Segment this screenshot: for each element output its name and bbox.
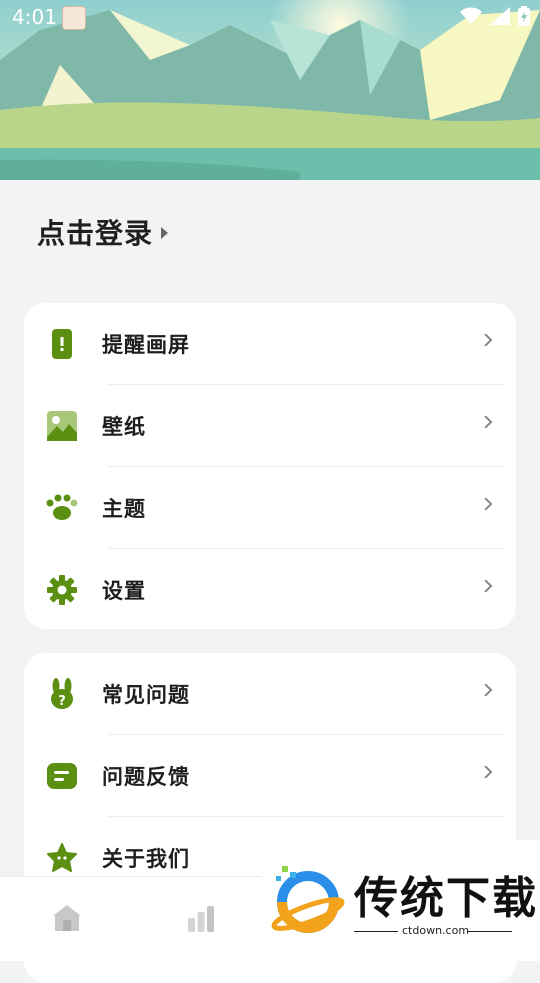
brand-logo-icon xyxy=(271,866,345,933)
watermark: 传统下载 ctdown.com xyxy=(262,840,540,960)
wifi-icon xyxy=(460,7,482,24)
chevron-right-icon xyxy=(484,766,493,778)
status-icons xyxy=(460,6,530,26)
status-time: 4:01 xyxy=(12,5,57,29)
menu-item-wallpaper[interactable]: 壁纸 xyxy=(24,385,516,467)
status-bar: 4:01 xyxy=(0,0,540,34)
paw-icon xyxy=(46,492,78,524)
chevron-right-icon xyxy=(484,580,493,592)
menu-item-label: 主题 xyxy=(102,497,146,521)
menu-item-reminder-screen[interactable]: 提醒画屏 xyxy=(24,303,516,385)
menu-item-label: 壁纸 xyxy=(102,415,146,439)
login-button[interactable]: 点击登录 xyxy=(37,212,169,252)
bar-chart-icon xyxy=(188,906,214,932)
menu-item-faq[interactable]: ? 常见问题 xyxy=(24,653,516,735)
chat-icon xyxy=(46,760,78,792)
home-icon xyxy=(53,905,81,931)
nav-stats-tab[interactable] xyxy=(186,904,216,936)
chevron-right-icon xyxy=(484,334,493,346)
chevron-right-icon xyxy=(484,684,493,696)
star-face-icon xyxy=(46,842,78,874)
battery-icon xyxy=(518,6,530,26)
watermark-url: ctdown.com xyxy=(402,924,470,937)
menu-item-label: 问题反馈 xyxy=(102,765,190,789)
menu-item-label: 设置 xyxy=(102,579,146,603)
caret-right-icon xyxy=(161,227,169,239)
chevron-right-icon xyxy=(484,416,493,428)
menu-item-feedback[interactable]: 问题反馈 xyxy=(24,735,516,817)
login-label: 点击登录 xyxy=(37,217,154,250)
notification-avatar-icon xyxy=(62,6,86,30)
svg-text:?: ? xyxy=(58,694,66,709)
menu-item-settings[interactable]: 设置 xyxy=(24,549,516,629)
cell-signal-icon xyxy=(490,7,510,25)
nav-home-tab[interactable] xyxy=(52,904,82,936)
menu-item-theme[interactable]: 主题 xyxy=(24,467,516,549)
bunny-question-icon: ? xyxy=(46,678,78,710)
menu-item-label: 常见问题 xyxy=(102,683,190,707)
menu-card-primary: 提醒画屏 壁纸 主题 设置 xyxy=(24,303,516,629)
menu-item-label: 提醒画屏 xyxy=(102,333,190,357)
phone-alert-icon xyxy=(46,328,78,360)
divider xyxy=(354,931,398,932)
chevron-right-icon xyxy=(484,498,493,510)
divider xyxy=(467,931,512,932)
menu-item-label: 关于我们 xyxy=(102,847,190,871)
watermark-brand: 传统下载 xyxy=(354,873,538,924)
image-icon xyxy=(46,410,78,442)
gear-icon xyxy=(46,574,78,606)
header-banner: 4:01 xyxy=(0,0,540,180)
